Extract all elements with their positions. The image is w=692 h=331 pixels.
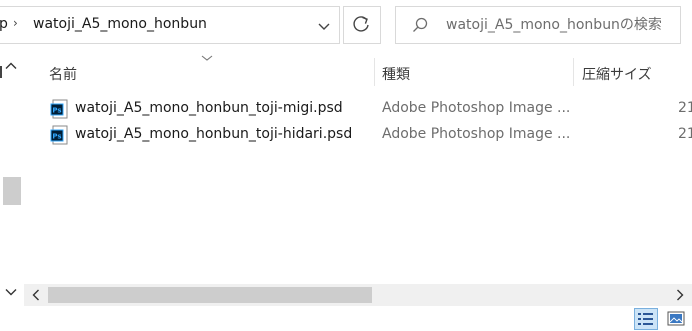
column-header-compressed-size[interactable]: 圧縮サイズ bbox=[582, 64, 652, 84]
breadcrumb-separator-icon[interactable]: › bbox=[13, 16, 18, 30]
navigation-pane bbox=[0, 52, 24, 307]
search-icon bbox=[413, 17, 428, 32]
horizontal-scrollbar[interactable] bbox=[24, 284, 692, 306]
search-input[interactable] bbox=[446, 7, 676, 43]
breadcrumb-current[interactable]: watoji_A5_mono_honbun bbox=[33, 16, 207, 32]
search-box[interactable] bbox=[395, 6, 681, 44]
photoshop-file-icon: Ps bbox=[50, 125, 68, 145]
file-type: Adobe Photoshop Image ... bbox=[382, 100, 571, 116]
file-name[interactable]: watoji_A5_mono_honbun_toji-hidari.psd bbox=[75, 126, 352, 142]
file-compressed-size: 21 bbox=[678, 100, 692, 116]
chevron-down-icon bbox=[318, 23, 330, 30]
list-item[interactable]: Ps watoji_A5_mono_honbun_toji-hidari.psd… bbox=[48, 122, 692, 148]
column-headers: 名前 種類 圧縮サイズ bbox=[24, 52, 692, 90]
column-header-name[interactable]: 名前 bbox=[49, 64, 77, 84]
scroll-down-icon[interactable] bbox=[3, 284, 19, 300]
address-history-dropdown[interactable] bbox=[311, 13, 337, 39]
file-list: Ps watoji_A5_mono_honbun_toji-migi.psd A… bbox=[24, 94, 692, 284]
refresh-button[interactable] bbox=[343, 6, 381, 44]
breadcrumb-parent[interactable]: p bbox=[0, 16, 8, 32]
refresh-icon bbox=[353, 16, 369, 32]
nav-item-edge[interactable] bbox=[0, 66, 2, 78]
details-view-button[interactable] bbox=[634, 308, 658, 330]
column-divider[interactable] bbox=[573, 58, 574, 86]
column-header-type[interactable]: 種類 bbox=[382, 64, 410, 84]
scroll-left-icon[interactable] bbox=[28, 287, 44, 303]
photoshop-file-icon: Ps bbox=[50, 99, 68, 119]
file-explorer-window: p › watoji_A5_mono_honbun watoji_A5_mono… bbox=[0, 0, 692, 331]
address-bar-row: p › watoji_A5_mono_honbun bbox=[0, 0, 692, 52]
address-bar[interactable]: p › watoji_A5_mono_honbun bbox=[0, 6, 340, 44]
file-compressed-size: 21 bbox=[678, 126, 692, 142]
scroll-up-icon[interactable] bbox=[3, 58, 19, 74]
list-item[interactable]: Ps watoji_A5_mono_honbun_toji-migi.psd A… bbox=[48, 96, 692, 122]
status-bar bbox=[0, 306, 692, 331]
svg-text:Ps: Ps bbox=[52, 133, 61, 141]
nav-scrollbar-thumb[interactable] bbox=[3, 177, 21, 205]
details-view-icon bbox=[638, 313, 653, 325]
scroll-right-icon[interactable] bbox=[672, 287, 688, 303]
large-icons-view-icon bbox=[667, 311, 685, 326]
large-icons-view-button[interactable] bbox=[664, 308, 688, 330]
column-divider[interactable] bbox=[374, 58, 375, 86]
file-type: Adobe Photoshop Image ... bbox=[382, 126, 571, 142]
horizontal-scrollbar-thumb[interactable] bbox=[48, 287, 372, 303]
sort-ascending-icon bbox=[201, 55, 213, 61]
svg-text:Ps: Ps bbox=[52, 107, 61, 115]
file-name[interactable]: watoji_A5_mono_honbun_toji-migi.psd bbox=[75, 100, 343, 116]
